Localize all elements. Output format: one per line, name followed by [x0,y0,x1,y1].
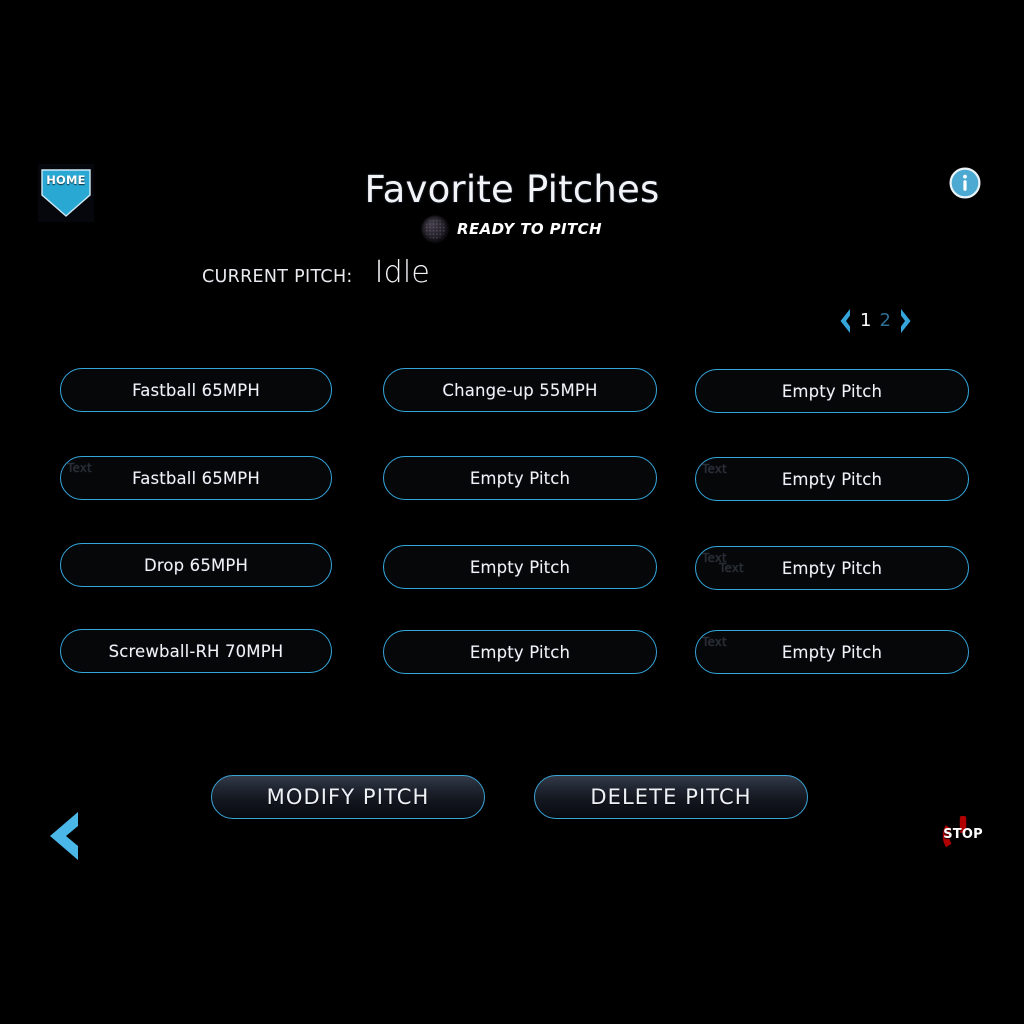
back-button[interactable] [42,810,84,862]
pitch-button-label: Fastball 65MPH [132,468,260,488]
pitch-button-label: Empty Pitch [781,381,883,401]
app-screen: HOME Favorite Pitches READY TO PITCH CUR… [0,0,1024,1024]
pitch-button-label: Empty Pitch [781,558,883,578]
pitch-button[interactable]: Text Text Empty Pitch [695,546,969,590]
delete-pitch-label: DELETE PITCH [590,785,752,809]
pitch-grid: Fastball 65MPH Change-up 55MPH Empty Pitch… [0,0,1024,1024]
ghost-placeholder-text: Text [702,635,727,649]
delete-pitch-button[interactable]: DELETE PITCH [534,775,808,819]
pitch-button[interactable]: Empty Pitch [383,545,657,589]
pitch-button-label: Drop 65MPH [143,555,249,575]
pagination-page-2[interactable]: 2 [879,307,890,335]
pitch-button-label: Fastball 65MPH [132,380,260,400]
pitch-button[interactable]: Text Empty Pitch [695,630,969,674]
power-icon [942,815,984,857]
status-text: READY TO PITCH [457,220,602,238]
pagination-prev-chevron-left-icon[interactable] [836,307,852,335]
current-pitch-row: CURRENT PITCH: Idle [202,255,430,290]
pitch-button[interactable]: Text Empty Pitch [695,457,969,501]
pitch-button[interactable]: Empty Pitch [383,456,657,500]
chevron-left-icon [50,812,78,860]
pitch-button-label: Empty Pitch [781,642,883,662]
ghost-placeholder-text: Text [702,551,727,565]
pitch-button[interactable]: Drop 65MPH [60,543,332,587]
pitch-button-label: Empty Pitch [469,468,571,488]
pitch-button[interactable]: Screwball-RH 70MPH [60,629,332,673]
status-row: READY TO PITCH [0,216,1024,242]
pagination-next-chevron-right-icon[interactable] [899,307,915,335]
pagination-page-1[interactable]: 1 [860,307,871,335]
pitch-button-label: Empty Pitch [469,642,571,662]
current-pitch-label: CURRENT PITCH: [202,267,353,287]
ghost-placeholder-text: Text [719,561,744,575]
pagination: 1 2 [836,307,915,335]
pitch-button[interactable]: Fastball 65MPH [60,368,332,412]
status-led-icon [422,216,449,242]
pitch-button-label: Change-up 55MPH [442,380,598,400]
modify-pitch-button[interactable]: MODIFY PITCH [211,775,485,819]
pitch-button[interactable]: Empty Pitch [695,369,969,413]
stop-button[interactable]: STOP [938,810,988,862]
modify-pitch-label: MODIFY PITCH [266,785,430,809]
pitch-button-label: Empty Pitch [469,557,571,577]
current-pitch-value: Idle [374,255,431,290]
pitch-button[interactable]: Change-up 55MPH [383,368,657,412]
page-title: Favorite Pitches [364,168,660,211]
pitch-button[interactable]: Text Fastball 65MPH [60,456,332,500]
ghost-placeholder-text: Text [67,461,92,475]
pitch-button-label: Empty Pitch [781,469,883,489]
ghost-placeholder-text: Text [702,462,727,476]
pitch-button-label: Screwball-RH 70MPH [108,641,284,661]
pitch-button[interactable]: Empty Pitch [383,630,657,674]
